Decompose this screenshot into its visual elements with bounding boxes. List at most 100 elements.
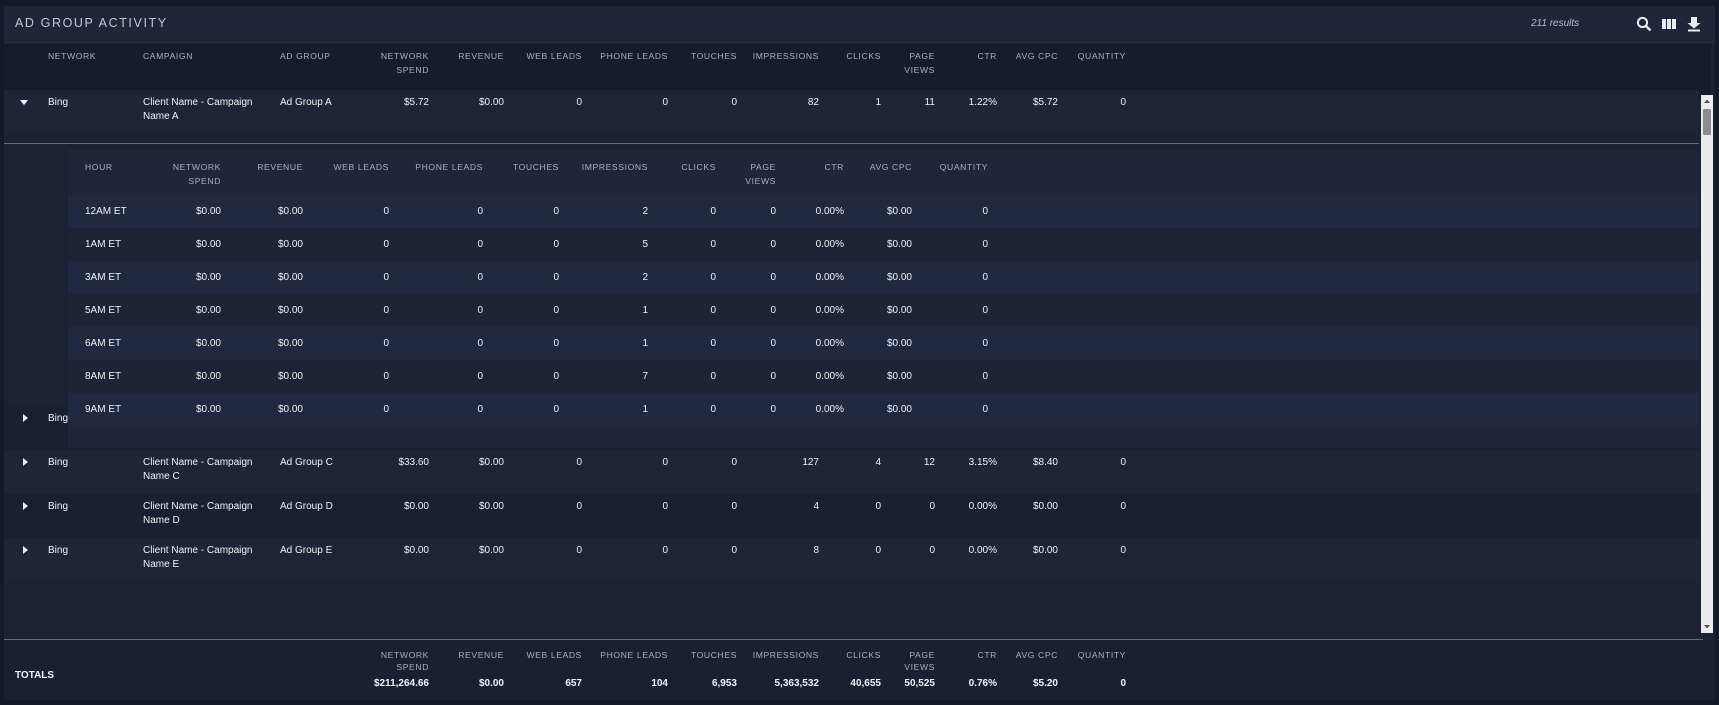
revenue-cell: $0.00 [277,371,303,382]
ad-group-activity-panel: AD GROUP ACTIVITY 211 results NETWORK CAM… [4,6,1715,700]
touches-cell: 0 [731,501,737,512]
quantity-cell: 0 [1120,545,1126,556]
touches-cell: 0 [553,338,559,349]
quantity-cell: 0 [982,239,988,250]
quantity-cell: 0 [982,371,988,382]
web-leads-cell: 0 [576,457,582,468]
page-title: AD GROUP ACTIVITY [15,16,168,30]
avg-cpc-cell: $0.00 [886,239,912,250]
totals-header-touches: TOUCHES [690,650,737,660]
subheader-phone-leads: PHONE LEADS [415,162,483,172]
subheader-network-spend: SPEND [188,176,221,186]
campaign-cell: Client Name - Campaign [143,545,253,556]
web-leads-cell: 0 [383,272,389,283]
touches-cell: 0 [731,457,737,468]
expand-icon[interactable] [23,414,28,422]
quantity-cell: 0 [982,338,988,349]
scroll-down-icon[interactable] [1701,621,1713,633]
expanded-divider [4,143,1699,144]
web-leads-cell: 0 [383,206,389,217]
header-page-views: VIEWS [904,65,935,75]
campaign-cell: Name E [143,559,180,570]
header-revenue: REVENUE [458,51,504,61]
total-quantity: 0 [1120,678,1126,689]
network-spend-cell: $0.00 [195,404,221,415]
avg-cpc-cell: $0.00 [886,338,912,349]
search-icon[interactable] [1635,15,1653,33]
total-web-leads: 657 [565,678,582,689]
web-leads-cell: 0 [576,545,582,556]
network-spend-cell: $0.00 [195,272,221,283]
scrollbar[interactable] [1701,95,1713,633]
quantity-cell: 0 [982,206,988,217]
quantity-cell: 0 [982,305,988,316]
totals-header-revenue: REVENUE [458,650,504,660]
touches-cell: 0 [553,371,559,382]
revenue-cell: $0.00 [478,501,504,512]
network-spend-cell: $0.00 [195,206,221,217]
download-icon[interactable] [1685,15,1703,33]
campaign-cell: Name C [143,471,180,482]
web-leads-cell: 0 [383,305,389,316]
revenue-cell: $0.00 [277,404,303,415]
scroll-up-icon[interactable] [1701,95,1713,107]
totals-label: TOTALS [15,670,55,681]
revenue-cell: $0.00 [478,457,504,468]
subheader-web-leads: WEB LEADS [333,162,389,172]
expand-icon[interactable] [23,458,28,466]
phone-leads-cell: 0 [477,305,483,316]
phone-leads-cell: 0 [477,404,483,415]
touches-cell: 0 [553,239,559,250]
header-campaign: CAMPAIGN [143,51,194,61]
revenue-cell: $0.00 [277,239,303,250]
campaign-cell: Client Name - Campaign [143,97,253,108]
avg-cpc-cell: $0.00 [886,206,912,217]
phone-leads-cell: 0 [477,239,483,250]
web-leads-cell: 0 [576,501,582,512]
results-count: 211 results [1531,18,1580,29]
collapse-icon[interactable] [20,100,28,105]
touches-cell: 0 [553,272,559,283]
totals-header-web-leads: WEB LEADS [526,650,582,660]
quantity-cell: 0 [982,272,988,283]
revenue-cell: $0.00 [478,97,504,108]
phone-leads-cell: 0 [477,371,483,382]
touches-cell: 0 [731,545,737,556]
header-touches: TOUCHES [690,51,737,61]
web-leads-cell: 0 [383,404,389,415]
expand-icon[interactable] [23,502,28,510]
panel-header: AD GROUP ACTIVITY 211 results [4,6,1715,43]
touches-cell: 0 [731,97,737,108]
expand-icon[interactable] [23,546,28,554]
totals-divider [4,639,1703,640]
subheader-touches: TOUCHES [512,162,559,172]
quantity-cell: 0 [1120,501,1126,512]
avg-cpc-cell: $0.00 [886,404,912,415]
columns-icon[interactable] [1660,15,1678,33]
totals-row: TOTALS NETWORK SPEND $211,264.66 REVENUE $0.0… [4,639,1715,700]
subheader-revenue: REVENUE [257,162,303,172]
scrollbar-thumb[interactable] [1703,109,1711,135]
phone-leads-cell: 0 [477,338,483,349]
subheader-avg-cpc: AVG CPC [869,162,912,172]
header-web-leads: WEB LEADS [526,51,582,61]
network-spend-cell: $0.00 [195,239,221,250]
campaign-cell: Name D [143,515,180,526]
revenue-cell: $0.00 [277,305,303,316]
web-leads-cell: 0 [383,338,389,349]
network-spend-cell: $0.00 [195,371,221,382]
touches-cell: 0 [553,206,559,217]
header-quantity: QUANTITY [1077,51,1126,61]
web-leads-cell: 0 [576,97,582,108]
network-spend-cell: $0.00 [195,338,221,349]
avg-cpc-cell: $0.00 [886,371,912,382]
phone-leads-cell: 0 [477,206,483,217]
quantity-cell: 0 [982,404,988,415]
phone-leads-cell: 0 [477,272,483,283]
campaign-cell: Name A [143,111,179,122]
avg-cpc-cell: $0.00 [886,305,912,316]
touches-cell: 0 [553,404,559,415]
avg-cpc-cell: $0.00 [886,272,912,283]
totals-header-quantity: QUANTITY [1077,650,1126,660]
revenue-cell: $0.00 [277,206,303,217]
